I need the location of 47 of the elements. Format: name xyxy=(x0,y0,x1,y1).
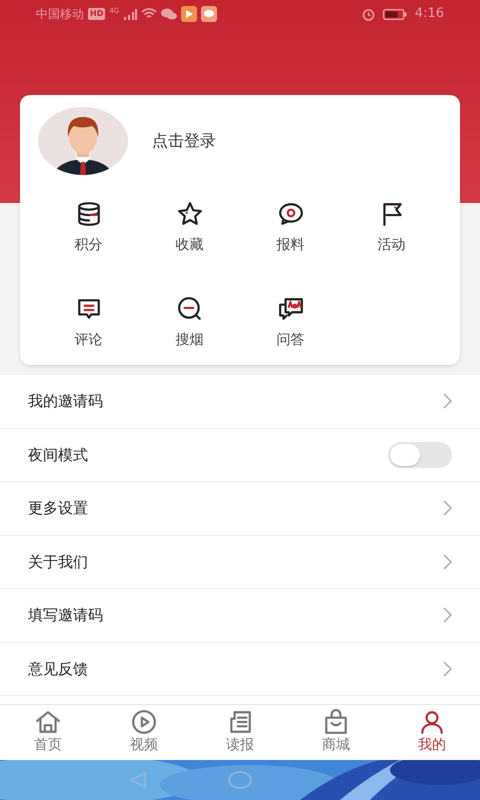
shopping-bag-icon xyxy=(323,709,349,735)
shortcut-button[interactable]: 搜烟 xyxy=(139,296,240,351)
signal-icon xyxy=(123,8,138,20)
chat-icon xyxy=(161,8,178,20)
shortcut-button[interactable]: 评论 xyxy=(38,296,139,351)
tab[interactable]: 视频 xyxy=(96,705,192,760)
search-icon xyxy=(176,296,202,322)
tab[interactable]: 我的 xyxy=(384,705,480,760)
alarm-icon xyxy=(362,8,375,20)
hd-badge: HD xyxy=(88,8,106,20)
qa-icon xyxy=(278,296,304,322)
home-icon xyxy=(35,709,61,735)
setting-label: 夜间模式 xyxy=(28,444,88,466)
chevron-icon xyxy=(443,500,452,516)
speech-bubble-icon xyxy=(278,201,304,227)
wifi-icon xyxy=(141,8,158,20)
chevron-icon xyxy=(443,554,452,570)
battery-icon xyxy=(382,8,407,20)
menu-item[interactable]: 意见反馈 xyxy=(0,642,480,696)
newspaper-icon xyxy=(227,709,253,735)
shortcut-button[interactable]: 收藏 xyxy=(139,201,240,256)
tab[interactable]: 商城 xyxy=(288,705,384,760)
shortcut-button[interactable]: 积分 xyxy=(38,201,139,256)
home-button-icon[interactable] xyxy=(228,771,252,789)
carrier-name: 中国移动 xyxy=(36,6,84,23)
tab[interactable]: 读报 xyxy=(192,705,288,760)
menu-item[interactable]: 更多设置 xyxy=(0,482,480,536)
chevron-icon xyxy=(443,607,452,624)
coins-icon xyxy=(76,201,102,227)
menu-item[interactable]: 填写邀请码 xyxy=(0,589,480,642)
menu-item[interactable]: 我的邀请码 xyxy=(0,375,480,428)
tab[interactable]: 首页 xyxy=(0,705,96,760)
toggle-switch[interactable] xyxy=(388,442,452,468)
chevron-icon xyxy=(443,393,452,410)
star-icon xyxy=(176,201,202,227)
app-icon xyxy=(181,6,198,22)
login-link[interactable]: 点击登录 xyxy=(152,129,216,153)
message-icon xyxy=(201,6,218,22)
shortcut-button[interactable]: 问答 xyxy=(240,296,341,351)
person-icon xyxy=(419,709,445,735)
menu-item[interactable]: 关于我们 xyxy=(0,536,480,589)
play-icon xyxy=(131,709,157,735)
chevron-icon xyxy=(443,660,452,677)
shortcut-button[interactable]: 活动 xyxy=(341,201,442,256)
shortcut-button[interactable]: 报料 xyxy=(240,201,341,256)
back-icon[interactable] xyxy=(129,771,147,789)
clock-time: 4:16 xyxy=(414,5,444,24)
